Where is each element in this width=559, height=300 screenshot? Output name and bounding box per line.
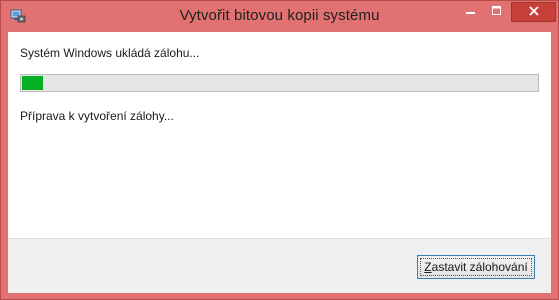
maximize-icon (492, 3, 502, 21)
progress-detail-text: Příprava k vytvoření zálohy... (20, 109, 174, 123)
backup-progress-bar (20, 74, 539, 92)
progress-fill (22, 76, 43, 90)
stop-backup-label: astavit zálohování (431, 260, 528, 274)
backup-dialog-window: Vytvořit bitovou kopii systému Systém Wi… (0, 0, 559, 300)
close-icon (528, 3, 539, 21)
dialog-footer: Zastavit zálohování (8, 238, 551, 293)
title-bar[interactable]: Vytvořit bitovou kopii systému (1, 1, 558, 32)
status-text: Systém Windows ukládá zálohu... (20, 46, 200, 60)
minimize-icon (466, 3, 476, 21)
minimize-button[interactable] (458, 2, 484, 22)
dialog-content: Systém Windows ukládá zálohu... Příprava… (8, 32, 551, 238)
close-button[interactable] (511, 2, 556, 22)
stop-backup-button[interactable]: Zastavit zálohování (417, 255, 535, 279)
maximize-button[interactable] (484, 2, 510, 22)
stop-backup-mnemonic: Z (424, 260, 432, 274)
